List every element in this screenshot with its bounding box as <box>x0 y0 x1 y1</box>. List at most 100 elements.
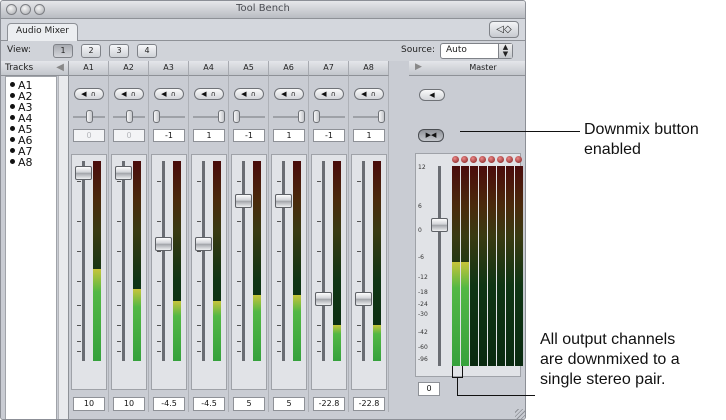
volume-field[interactable]: -4.5 <box>193 397 225 411</box>
volume-fader-knob[interactable] <box>315 291 332 306</box>
pan-value-field[interactable]: 1 <box>193 129 225 142</box>
track-item[interactable]: A5 <box>10 124 56 135</box>
mute-solo-button[interactable]: ◀ ∩ <box>354 88 384 100</box>
view-button-2[interactable]: 2 <box>81 44 101 58</box>
view-bar: View: 1 2 3 4 Source: Auto ▲ ▼ <box>1 41 525 61</box>
master-level-meter <box>488 166 496 366</box>
pan-knob[interactable] <box>153 110 160 123</box>
master-level-meter <box>461 166 469 366</box>
pan-knob[interactable] <box>218 110 225 123</box>
pan-value-field[interactable]: 1 <box>273 129 305 142</box>
fader-tick <box>317 251 321 252</box>
view-button-1[interactable]: 1 <box>53 44 73 58</box>
fader-tick <box>237 221 241 222</box>
channel-header: A8 <box>349 61 389 76</box>
fader-tick <box>357 351 361 352</box>
view-button-4[interactable]: 4 <box>137 44 157 58</box>
view-button-3[interactable]: 3 <box>109 44 129 58</box>
pan-knob[interactable] <box>298 110 305 123</box>
pan-knob[interactable] <box>85 110 93 123</box>
master-header: ▶ Master <box>409 61 525 76</box>
mute-solo-button[interactable]: ◀ ∩ <box>74 88 104 100</box>
tab-audio-mixer[interactable]: Audio Mixer <box>7 23 78 41</box>
pan-knob[interactable] <box>233 110 240 123</box>
track-item[interactable]: A6 <box>10 135 56 146</box>
master-level-meter <box>515 166 523 366</box>
collapse-arrow-icon[interactable]: ◀ <box>56 62 64 73</box>
level-meter <box>253 161 261 361</box>
volume-fader-knob[interactable] <box>355 291 372 306</box>
master-level-meter <box>452 166 460 366</box>
volume-fader-knob[interactable] <box>195 236 212 251</box>
track-item[interactable]: A8 <box>10 157 56 168</box>
downmix-callout-line1: Downmix button <box>584 121 699 138</box>
meter-background <box>470 166 478 366</box>
meter-level <box>452 262 460 366</box>
track-item[interactable]: A1 <box>10 80 56 91</box>
mute-solo-button[interactable]: ◀ ∩ <box>114 88 144 100</box>
speaker-icon[interactable]: ◁◇ <box>489 21 519 38</box>
volume-field[interactable]: 10 <box>113 397 145 411</box>
clip-indicator-icon[interactable] <box>470 156 477 163</box>
level-meter <box>173 161 181 361</box>
volume-fader-knob[interactable] <box>115 166 132 180</box>
mute-solo-button[interactable]: ◀ ∩ <box>154 88 184 100</box>
pan-value-field[interactable]: 1 <box>353 129 385 142</box>
master-fader-knob[interactable] <box>431 218 448 232</box>
fader-meter-area <box>271 154 307 390</box>
volume-fader-knob[interactable] <box>235 194 252 208</box>
clip-indicator-icon[interactable] <box>461 156 468 163</box>
fader-track <box>322 161 325 361</box>
pan-value-field[interactable]: -1 <box>313 129 345 142</box>
volume-field[interactable]: -22.8 <box>313 397 345 411</box>
fader-tick <box>277 305 281 306</box>
clip-indicator-icon[interactable] <box>515 156 522 163</box>
master-mute-button[interactable]: ◀ <box>419 89 445 101</box>
track-item[interactable]: A3 <box>10 102 56 113</box>
channel-header: A6 <box>269 61 309 76</box>
clip-indicator-icon[interactable] <box>506 156 513 163</box>
output-callout-line3: single stereo pair. <box>540 371 666 388</box>
volume-field[interactable]: 5 <box>273 397 305 411</box>
track-item[interactable]: A2 <box>10 91 56 102</box>
clip-indicator-icon[interactable] <box>479 156 486 163</box>
clip-indicator-icon[interactable] <box>452 156 459 163</box>
mute-solo-button[interactable]: ◀ ∩ <box>274 88 304 100</box>
resize-grip-icon[interactable] <box>515 409 525 419</box>
master-level-meter <box>497 166 505 366</box>
pan-knob[interactable] <box>313 110 320 123</box>
downmix-button[interactable]: ▶◀ <box>418 129 444 142</box>
mute-solo-button[interactable]: ◀ ∩ <box>234 88 264 100</box>
stepper-arrows-icon[interactable]: ▲ ▼ <box>498 44 512 58</box>
track-item[interactable]: A7 <box>10 146 56 157</box>
track-item[interactable]: A4 <box>10 113 56 124</box>
fader-tick <box>277 281 281 282</box>
pan-value-field[interactable]: -1 <box>233 129 265 142</box>
pan-value-field[interactable]: 0 <box>113 129 145 142</box>
volume-field[interactable]: 5 <box>233 397 265 411</box>
clip-indicator-icon[interactable] <box>497 156 504 163</box>
master-scale-label: -24 <box>418 301 428 309</box>
mute-solo-button[interactable]: ◀ ∩ <box>194 88 224 100</box>
volume-field[interactable]: -22.8 <box>353 397 385 411</box>
pan-knob[interactable] <box>125 110 133 123</box>
volume-fader-knob[interactable] <box>275 194 292 208</box>
pan-knob[interactable] <box>378 110 385 123</box>
master-strip: ▶ Master ◀ ▶◀ 12 6 0 -6 -12 -18 -24 -30 -42 -60 -9… <box>409 61 525 419</box>
fader-tick <box>357 221 361 222</box>
volume-field[interactable]: -4.5 <box>153 397 185 411</box>
mute-solo-button[interactable]: ◀ ∩ <box>314 88 344 100</box>
pan-value-field[interactable]: 0 <box>73 129 105 142</box>
volume-fader-knob[interactable] <box>75 166 92 180</box>
fader-tick <box>117 325 121 326</box>
master-scale-label: 0 <box>418 226 422 234</box>
volume-field[interactable]: 10 <box>73 397 105 411</box>
tracks-scrollbar[interactable] <box>58 76 68 419</box>
pan-value-field[interactable]: -1 <box>153 129 185 142</box>
clip-indicator-icon[interactable] <box>488 156 495 163</box>
source-select[interactable]: Auto ▲ ▼ <box>440 43 513 59</box>
fader-tick <box>157 351 161 352</box>
volume-fader-knob[interactable] <box>155 236 172 251</box>
master-volume-field[interactable]: 0 <box>418 382 440 396</box>
fader-tick <box>197 351 201 352</box>
